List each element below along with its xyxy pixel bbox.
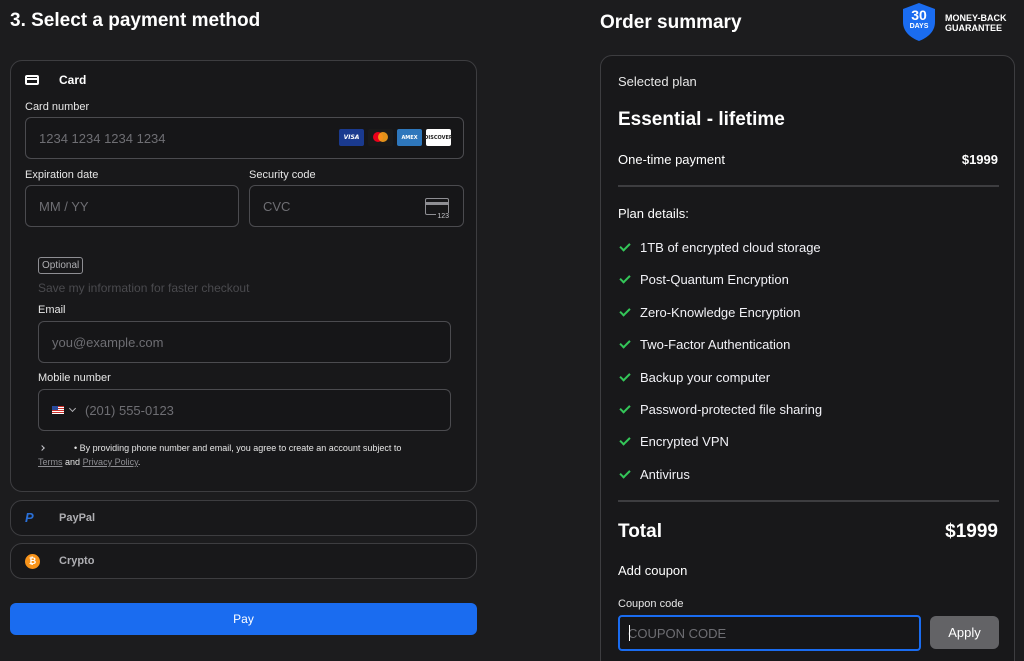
email-label: Email	[38, 304, 66, 316]
chevron-down-icon[interactable]	[68, 404, 77, 413]
us-flag-icon[interactable]	[52, 406, 64, 414]
paypal-icon	[25, 510, 37, 525]
consent-body: • By providing phone number and email, y…	[74, 443, 402, 453]
total-price: $1999	[945, 521, 998, 542]
feature-item: Post-Quantum Encryption	[618, 272, 789, 287]
card-option-header[interactable]: Card	[25, 73, 86, 87]
card-number-input[interactable]: 1234 1234 1234 1234 VISA AMEX DISCOVER	[25, 117, 464, 159]
paypal-option[interactable]: PayPal	[10, 500, 477, 536]
cvc-label: Security code	[249, 169, 316, 181]
mobile-placeholder: (201) 555-0123	[85, 402, 174, 418]
feature-label: Backup your computer	[640, 370, 771, 385]
pay-button[interactable]: Pay	[10, 603, 477, 635]
feature-label: Two-Factor Authentication	[640, 337, 791, 352]
check-icon	[619, 434, 631, 446]
feature-label: Password-protected file sharing	[640, 402, 823, 417]
feature-item: Two-Factor Authentication	[618, 337, 790, 352]
feature-item: Backup your computer	[618, 370, 770, 385]
feature-item: Password-protected file sharing	[618, 402, 822, 417]
bitcoin-icon: ₿	[25, 553, 40, 569]
feature-label: 1TB of encrypted cloud storage	[640, 240, 821, 255]
divider	[618, 185, 999, 187]
badge-days-label: DAYS	[909, 23, 929, 30]
feature-item: Zero-Knowledge Encryption	[618, 305, 800, 320]
apply-coupon-button[interactable]: Apply	[930, 616, 999, 649]
crypto-option[interactable]: ₿ Crypto	[10, 543, 477, 579]
credit-card-icon	[25, 75, 39, 85]
payment-title: 3. Select a payment method	[10, 10, 261, 31]
card-brands: VISA AMEX DISCOVER	[339, 129, 453, 146]
check-icon	[619, 272, 631, 284]
payment-price: $1999	[961, 152, 998, 167]
expiry-placeholder: MM / YY	[39, 198, 89, 214]
order-summary-title: Order summary	[600, 12, 742, 33]
feature-item: Antivirus	[618, 467, 690, 482]
mobile-label: Mobile number	[38, 372, 111, 384]
check-icon	[619, 370, 631, 382]
badge-line-2: GUARANTEE	[945, 23, 1003, 33]
order-summary-panel: Selected plan Essential - lifetime One-t…	[600, 55, 1015, 661]
email-placeholder: you@example.com	[52, 334, 164, 350]
cvc-placeholder: CVC	[263, 198, 291, 214]
money-back-guarantee-text: MONEY-BACK GUARANTEE	[945, 13, 1007, 33]
mobile-input[interactable]: (201) 555-0123	[38, 389, 451, 431]
check-icon	[619, 240, 631, 252]
feature-label: Encrypted VPN	[640, 434, 729, 449]
cvc-input[interactable]: CVC 123	[249, 185, 464, 227]
feature-label: Post-Quantum Encryption	[640, 272, 789, 287]
card-option-label: Card	[59, 73, 87, 87]
card-number-placeholder: 1234 1234 1234 1234	[39, 130, 166, 146]
email-input[interactable]: you@example.com	[38, 321, 451, 363]
coupon-code-input[interactable]: COUPON CODE	[618, 615, 921, 651]
check-icon	[619, 305, 631, 317]
paypal-label: PayPal	[59, 512, 96, 524]
check-icon	[619, 337, 631, 349]
privacy-policy-link[interactable]: Privacy Policy	[83, 457, 138, 467]
consent-text: • By providing phone number and email, y…	[38, 441, 468, 469]
card-payment-panel[interactable]: Card Card number 1234 1234 1234 1234 VIS…	[10, 60, 477, 492]
discover-icon: DISCOVER	[424, 129, 453, 146]
terms-link[interactable]: Terms	[38, 457, 63, 467]
optional-badge: Optional	[38, 257, 84, 274]
visa-icon: VISA	[339, 129, 364, 146]
plan-name: Essential - lifetime	[618, 109, 785, 130]
badge-days-number: 30	[911, 7, 927, 23]
amex-icon: AMEX	[397, 129, 422, 146]
cvc-card-icon: 123	[425, 198, 450, 220]
consent-period: .	[137, 457, 141, 467]
badge-line-1: MONEY-BACK	[945, 13, 1007, 23]
card-number-label: Card number	[25, 101, 90, 113]
coupon-code-label: Coupon code	[618, 598, 684, 610]
feature-label: Antivirus	[640, 467, 690, 482]
check-icon	[619, 467, 631, 479]
feature-item: Encrypted VPN	[618, 434, 729, 449]
mastercard-icon	[368, 129, 393, 146]
coupon-placeholder: COUPON CODE	[628, 625, 727, 641]
plan-details-label: Plan details:	[618, 206, 689, 221]
expiry-label: Expiration date	[25, 169, 99, 181]
feature-item: 1TB of encrypted cloud storage	[618, 240, 821, 255]
consent-and: and	[65, 457, 81, 467]
feature-label: Zero-Knowledge Encryption	[640, 305, 801, 320]
add-coupon-link[interactable]: Add coupon	[618, 563, 687, 578]
cvc-icon-text: 123	[436, 213, 450, 220]
expiry-input[interactable]: MM / YY	[25, 185, 239, 227]
save-info-text: Save my information for faster checkout	[38, 281, 250, 295]
payment-type: One-time payment	[618, 152, 725, 167]
money-back-badge-icon: 30 DAYS	[901, 2, 937, 42]
crypto-label: Crypto	[59, 555, 95, 567]
check-icon	[619, 402, 631, 414]
total-label: Total	[618, 521, 662, 542]
chevron-right-icon[interactable]	[39, 445, 45, 451]
selected-plan-label: Selected plan	[618, 74, 697, 89]
divider	[618, 500, 999, 502]
